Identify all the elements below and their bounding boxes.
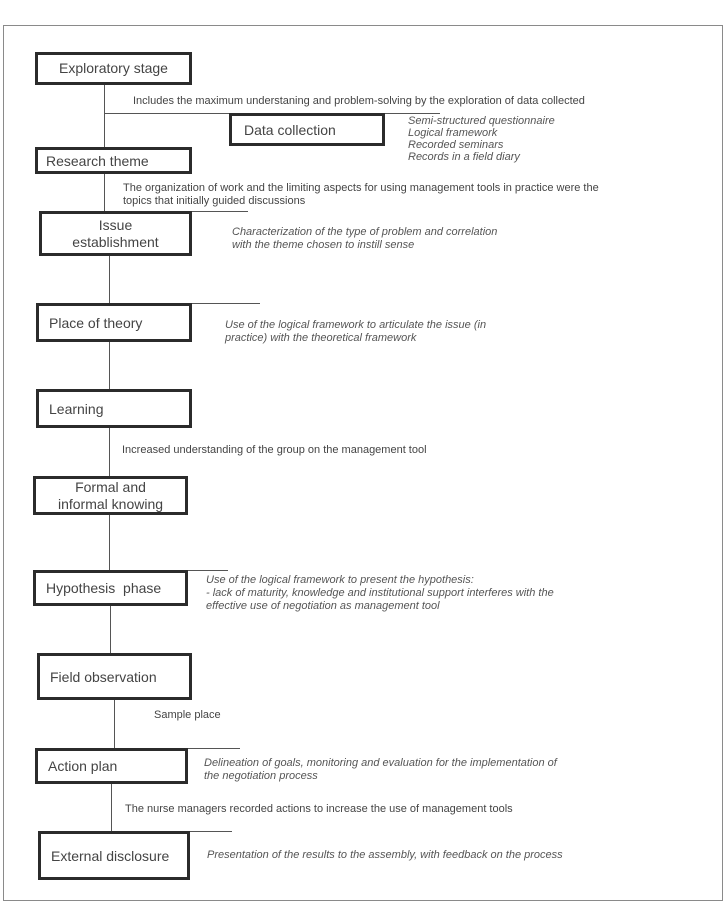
connector <box>114 699 115 748</box>
branch-line <box>188 570 228 571</box>
note-line: Use of the logical framework to present … <box>206 574 474 586</box>
step-learning: Learning <box>36 389 192 428</box>
note-line: with the theme chosen to instill sense <box>232 239 415 251</box>
note-line: The organization of work and the limitin… <box>123 182 599 194</box>
note-line: Delineation of goals, monitoring and eva… <box>204 757 557 769</box>
step-hypothesis-phase: Hypothesis phase <box>33 570 188 606</box>
note-learning: Increased understanding of the group on … <box>122 444 427 456</box>
note-line: - lack of maturity, knowledge and instit… <box>206 587 554 599</box>
step-label: Learning <box>49 400 104 417</box>
step-label: Research theme <box>46 152 149 169</box>
data-item: Semi-structured questionnaire <box>408 115 555 127</box>
data-collection-items: Semi-structured questionnaire Logical fr… <box>408 115 555 163</box>
connector <box>109 255 110 303</box>
data-item: Recorded seminars <box>408 139 504 151</box>
note-line: Characterization of the type of problem … <box>232 226 498 238</box>
step-data-collection: Data collection <box>229 113 385 146</box>
step-label-line: Formal and <box>75 478 146 495</box>
connector <box>109 427 110 476</box>
step-label: Place of theory <box>49 314 143 331</box>
note-research-theme: The organization of work and the limitin… <box>123 182 599 208</box>
step-place-of-theory: Place of theory <box>36 303 192 342</box>
branch-line <box>188 748 240 749</box>
connector <box>110 605 111 653</box>
step-label: External disclosure <box>51 847 170 864</box>
step-external-disclosure: External disclosure <box>38 831 190 880</box>
step-formal-informal-knowing: Formal and informal knowing <box>33 476 188 515</box>
connector <box>104 83 105 147</box>
note-line: the negotiation process <box>204 770 318 782</box>
connector <box>104 173 105 211</box>
step-field-observation: Field observation <box>37 653 192 700</box>
step-label: Action plan <box>48 758 118 774</box>
note-exploratory: Includes the maximum understaning and pr… <box>133 95 585 107</box>
step-label: Field observation <box>50 668 157 685</box>
note-field-observation: Sample place <box>154 709 221 721</box>
note-nurse-managers: The nurse managers recorded actions to i… <box>125 803 513 815</box>
note-place-of-theory: Use of the logical framework to articula… <box>225 319 486 345</box>
step-exploratory-stage: Exploratory stage <box>35 52 192 85</box>
note-line: practice) with the theoretical framework <box>225 332 417 344</box>
step-label-line: establishment <box>72 233 159 250</box>
step-label-line: Issue <box>98 216 133 233</box>
branch-line <box>190 831 232 832</box>
note-line: topics that initially guided discussions <box>123 195 306 207</box>
branch-line <box>190 303 260 304</box>
note-line: Use of the logical framework to articula… <box>225 319 487 331</box>
note-issue: Characterization of the type of problem … <box>232 226 497 252</box>
data-item: Records in a field diary <box>408 151 520 163</box>
connector <box>109 341 110 389</box>
data-item: Logical framework <box>408 127 498 139</box>
step-label: Data collection <box>244 121 336 138</box>
connector <box>111 783 112 831</box>
step-issue-establishment: Issue establishment <box>39 211 192 256</box>
step-label-line: informal knowing <box>57 495 164 512</box>
step-research-theme: Research theme <box>35 147 192 174</box>
note-hypothesis: Use of the logical framework to present … <box>206 574 554 613</box>
connector <box>109 514 110 570</box>
note-action-plan: Delineation of goals, monitoring and eva… <box>204 757 557 783</box>
step-label: Exploratory stage <box>59 60 168 76</box>
step-label: Hypothesis phase <box>46 580 162 596</box>
note-external-disclosure: Presentation of the results to the assem… <box>207 849 563 861</box>
note-line: effective use of negotiation as manageme… <box>206 600 440 612</box>
step-action-plan: Action plan <box>35 748 188 784</box>
